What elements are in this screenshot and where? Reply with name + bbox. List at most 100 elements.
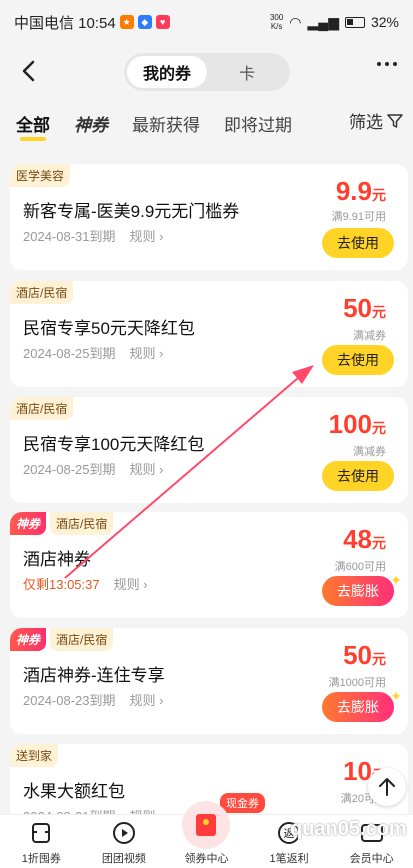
app-notification-icon-2: ◆ <box>137 15 152 29</box>
countdown-timer: 仅剩13:05:37 <box>23 577 100 592</box>
price-value: 9.9 <box>335 176 372 206</box>
coupon-title: 酒店神券 <box>23 550 91 569</box>
coupon-price: 48元 <box>343 524 386 555</box>
coupon-condition: 满减券 <box>353 330 386 342</box>
app-notification-icon: ★ <box>119 15 134 29</box>
tab-my-coupons[interactable]: 我的券 <box>127 56 207 88</box>
back-arrow-icon <box>22 60 35 82</box>
red-envelope-icon <box>182 801 231 849</box>
coupon-title: 酒店神券-连住专享 <box>23 666 165 685</box>
rules-link[interactable]: 规则 › <box>130 343 164 362</box>
header: 我的券 卡 <box>0 44 413 100</box>
coupon-stack-icon <box>28 820 54 846</box>
price-value: 50 <box>343 640 372 670</box>
play-icon <box>111 820 137 846</box>
net-speed-value: 300 <box>269 13 284 22</box>
app-notification-icon-3: ♥ <box>155 15 170 29</box>
shen-coupon-tag: 神券 <box>10 628 47 651</box>
coupon-expiry: 2024-08-31到期 <box>23 229 116 244</box>
watermark: quan05.com <box>290 818 407 840</box>
back-button[interactable] <box>14 56 42 86</box>
coupon-title: 民宿专享100元天降红包 <box>23 435 205 454</box>
use-button[interactable]: 去使用 <box>322 345 394 375</box>
price-unit: 元 <box>372 420 386 436</box>
coupon-condition: 满9.91可用 <box>331 211 386 223</box>
coupon-card[interactable]: 神券 酒店/民宿 酒店神券 仅剩13:05:37 规则 › 48元 满600可用 … <box>10 512 408 618</box>
price-value: 100 <box>328 409 372 439</box>
coupon-tag: 酒店/民宿 <box>50 512 114 535</box>
boost-button[interactable]: 去膨胀 <box>322 576 394 606</box>
more-icon[interactable] <box>377 62 397 66</box>
nav-label: 1笔返利 <box>269 853 309 865</box>
status-left: 中国电信 10:54 ★ ◆ ♥ <box>14 12 170 33</box>
nav-discount[interactable]: 1折囤券 <box>0 815 83 868</box>
coupon-title: 水果大额红包 <box>23 782 125 801</box>
coupon-price: 50元 <box>343 640 386 671</box>
cash-coupon-badge: 现金券 <box>220 793 265 813</box>
rules-link[interactable]: 规则 › <box>130 226 164 245</box>
tab-newest[interactable]: 最新获得 <box>132 103 200 143</box>
sparkle-icon: ✦ <box>390 572 402 588</box>
coupon-tag: 送到家 <box>10 744 59 767</box>
coupon-tag: 医学美容 <box>10 164 71 187</box>
tab-all[interactable]: 全部 <box>16 103 50 143</box>
coupon-condition: 满1000可用 <box>328 677 386 689</box>
status-bar: 中国电信 10:54 ★ ◆ ♥ 300 K/s ◠ ▂▄▆ 32% <box>0 0 413 44</box>
battery-percent: 32% <box>370 14 399 30</box>
rules-link[interactable]: 规则 › <box>130 459 164 478</box>
coupon-title: 民宿专享50元天降红包 <box>23 319 195 338</box>
boost-button[interactable]: 去膨胀 <box>322 692 394 722</box>
nav-label: 领券中心 <box>184 853 229 865</box>
filter-tabs: 全部 神券 最新获得 即将过期 筛选 <box>0 100 413 146</box>
tab-expiring[interactable]: 即将过期 <box>224 103 292 143</box>
price-unit: 元 <box>372 651 386 667</box>
rules-link[interactable]: 规则 › <box>130 690 164 709</box>
battery-icon <box>344 16 365 28</box>
coupon-price: 50元 <box>343 293 386 324</box>
price-unit: 元 <box>372 304 386 320</box>
coupon-card[interactable]: 医学美容 新客专属-医美9.9元无门槛券 2024-08-31到期 规则 › 9.… <box>10 164 408 270</box>
scroll-top-button[interactable] <box>368 768 406 806</box>
coupon-card[interactable]: 神券 酒店/民宿 酒店神券-连住专享 2024-08-23到期 规则 › 50元 … <box>10 628 408 734</box>
price-unit: 元 <box>372 187 386 203</box>
use-button[interactable]: 去使用 <box>322 228 394 258</box>
arrow-up-icon <box>379 778 395 796</box>
price-value: 50 <box>343 293 372 323</box>
coupon-tag: 酒店/民宿 <box>10 281 74 304</box>
coupon-price: 100元 <box>329 409 386 440</box>
coupon-condition: 满减券 <box>353 446 386 458</box>
nav-coupon-center[interactable]: 领券中心 <box>165 801 248 868</box>
nav-video[interactable]: 团团视频 <box>83 815 166 868</box>
carrier-time: 中国电信 10:54 <box>14 14 116 32</box>
net-speed: 300 K/s <box>270 13 283 31</box>
coupon-expiry: 2024-08-25到期 <box>23 462 116 477</box>
sparkle-icon: ✦ <box>390 688 402 704</box>
filter-label: 筛选 <box>349 113 383 132</box>
nav-label: 1折囤券 <box>21 853 61 865</box>
nav-label: 团团视频 <box>101 853 146 865</box>
coupon-tag: 酒店/民宿 <box>50 628 114 651</box>
nav-label: 会员中心 <box>349 853 394 865</box>
coupon-expiry: 2024-08-25到期 <box>23 346 116 361</box>
coupon-card[interactable]: 酒店/民宿 民宿专享50元天降红包 2024-08-25到期 规则 › 50元 满… <box>10 281 408 387</box>
coupon-condition: 满600可用 <box>334 561 386 573</box>
use-button[interactable]: 去使用 <box>322 461 394 491</box>
tab-card[interactable]: 卡 <box>207 56 287 88</box>
coupon-expiry: 2024-08-23到期 <box>23 693 116 708</box>
net-speed-unit: K/s <box>270 22 283 31</box>
wifi-icon: ◠ <box>289 13 302 30</box>
price-unit: 元 <box>372 535 386 551</box>
rules-link[interactable]: 规则 › <box>114 574 148 593</box>
filter-button[interactable]: 筛选 <box>349 108 403 133</box>
signal-icon: ▂▄▆ <box>307 13 339 30</box>
tab-shen-coupon[interactable]: 神券 <box>74 103 108 143</box>
coupon-price: 9.9元 <box>336 176 386 207</box>
coupon-tag: 酒店/民宿 <box>10 397 74 420</box>
segmented-control: 我的券 卡 <box>124 53 290 91</box>
shen-coupon-tag: 神券 <box>10 512 47 535</box>
coupon-title: 新客专属-医美9.9元无门槛券 <box>23 202 240 221</box>
coupon-card[interactable]: 酒店/民宿 民宿专享100元天降红包 2024-08-25到期 规则 › 100元… <box>10 397 408 503</box>
filter-icon <box>387 113 403 128</box>
status-right: 300 K/s ◠ ▂▄▆ 32% <box>270 13 399 31</box>
price-value: 48 <box>343 524 372 554</box>
